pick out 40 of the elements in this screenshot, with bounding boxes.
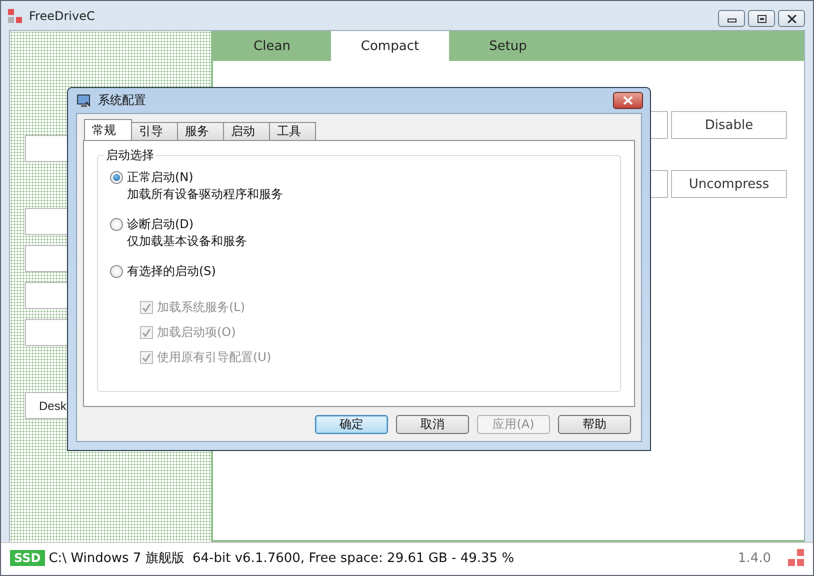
window-title: FreeDriveC [29, 8, 95, 22]
close-button[interactable] [613, 92, 643, 109]
option-label: 正常启动(N) [127, 169, 194, 186]
dialog-title: 系统配置 [98, 92, 146, 109]
radio-button[interactable] [110, 171, 123, 184]
close-icon [622, 96, 634, 105]
radio-button[interactable] [110, 265, 123, 278]
close-icon [786, 14, 796, 22]
maximize-button[interactable] [748, 10, 775, 27]
group-label: 启动选择 [104, 147, 156, 164]
tab[interactable]: 启动 [223, 122, 270, 140]
option-description: 仅加载基本设备和服务 [126, 233, 248, 250]
tab[interactable]: Setup [449, 31, 567, 61]
action-button[interactable]: Disable [671, 111, 787, 139]
app-icon [787, 549, 805, 567]
tab[interactable]: 服务 [177, 122, 224, 140]
checkbox-label: 使用原有引导配置(U) [157, 349, 272, 366]
minimize-button[interactable] [718, 10, 745, 27]
option-description: 加载所有设备驱动程序和服务 [126, 186, 284, 203]
dialog-button[interactable]: 帮助 [558, 415, 631, 434]
radio-button[interactable] [110, 218, 123, 231]
version-label: 1.4.0 [738, 550, 771, 566]
checkbox-label: 加载启动项(O) [157, 324, 236, 341]
option-label: 有选择的启动(S) [127, 263, 216, 280]
status-text: C:\ Windows 7 旗舰版 64-bit v6.1.7600, Free space: 29.61 GB - 49.35 % [48, 550, 514, 567]
dialog-button[interactable]: 确定 [315, 415, 388, 434]
close-button[interactable] [778, 10, 805, 27]
checkbox-label: 加载系统服务(L) [157, 299, 246, 316]
action-button[interactable]: Uncompress [671, 170, 787, 198]
maximize-icon [756, 14, 766, 22]
option-label: 诊断启动(D) [127, 216, 194, 233]
tab[interactable]: Compact [331, 31, 449, 61]
tab[interactable]: 引导 [131, 122, 178, 140]
monitor-icon [76, 92, 92, 108]
dialog-button[interactable]: 取消 [396, 415, 469, 434]
app-icon [7, 8, 23, 24]
tab[interactable]: 常规 [84, 119, 132, 140]
tab[interactable]: 工具 [269, 122, 316, 140]
drive-type-badge: SSD [10, 550, 45, 566]
tab[interactable]: Clean [213, 31, 331, 61]
